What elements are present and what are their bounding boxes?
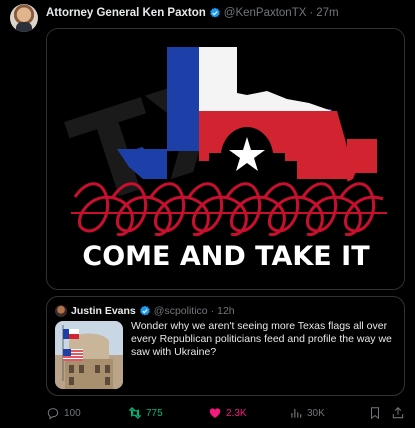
slogan-text: COME AND TAKE IT [82,241,370,272]
separator-dot: · [309,7,314,19]
retweet-count: 775 [146,407,163,419]
reply-count: 100 [64,407,81,419]
like-icon [209,408,221,418]
like-count: 2.3K [226,407,247,419]
author-name[interactable]: Attorney General Ken Paxton [46,7,206,19]
tweet-header: Attorney General Ken Paxton @KenPaxtonTX… [46,4,339,22]
like-button[interactable]: 2.3K [208,404,247,422]
quote-author-handle[interactable]: @scpolitico [154,305,208,317]
author-handle[interactable]: @KenPaxtonTX [224,7,307,19]
retweet-icon [128,407,142,419]
bookmark-button[interactable] [368,404,386,422]
author-avatar[interactable] [10,4,38,32]
verified-badge-icon [209,7,221,19]
quote-time[interactable]: 12h [217,305,235,317]
share-button[interactable] [391,404,409,422]
views-icon [291,408,302,418]
reply-button[interactable]: 100 [46,404,81,422]
quote-image[interactable] [55,321,123,389]
quote-text: Wonder why we aren't seeing more Texas f… [131,320,392,358]
quote-author-avatar[interactable] [55,305,67,317]
verified-badge-icon [139,305,151,317]
tweet-actions: 100 775 2.3K 30K [46,404,411,422]
bookmark-icon [370,407,380,420]
tweet-time[interactable]: 27m [316,7,338,19]
tweet-image[interactable]: TX COME AND TAKE IT [46,28,405,290]
reply-icon [47,408,59,420]
share-icon [392,407,404,419]
views-count: 30K [307,407,325,419]
retweet-button[interactable]: 775 [128,404,163,422]
quote-header: Justin Evans @scpolitico · 12h [55,304,235,318]
views-button[interactable]: 30K [289,404,325,422]
quoted-tweet[interactable]: Justin Evans @scpolitico · 12h Wonder wh… [46,296,405,396]
quote-author-name[interactable]: Justin Evans [71,305,136,317]
separator-dot: · [210,305,215,317]
